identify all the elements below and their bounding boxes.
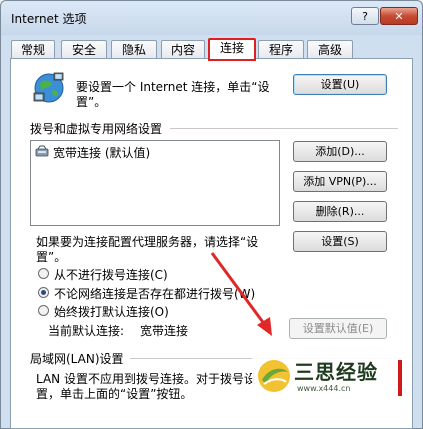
- title-bar: Internet 选项 ? ✕: [1, 1, 422, 35]
- radio-never-dial-label: 从不进行拨号连接(C): [54, 268, 168, 282]
- tab-privacy[interactable]: 隐私: [111, 40, 157, 60]
- setup-button[interactable]: 设置(U): [293, 74, 387, 95]
- radio-never-dial[interactable]: [38, 268, 49, 279]
- broadband-connection-icon: [35, 145, 49, 157]
- add-vpn-button[interactable]: 添加 VPN(P)...: [293, 171, 387, 192]
- proxy-note-line1: 如果要为连接配置代理服务器，请选择“设: [36, 235, 259, 249]
- radio-dial-without-network[interactable]: [38, 287, 49, 298]
- close-button[interactable]: ✕: [380, 7, 418, 25]
- window-title: Internet 选项: [11, 12, 87, 26]
- radio-always-dial-default[interactable]: [38, 305, 49, 316]
- dialup-section-title: 拨号和虚拟专用网络设置: [30, 122, 163, 136]
- dialup-settings-button[interactable]: 设置(S): [293, 231, 387, 252]
- watermark-logo-icon: [258, 360, 290, 392]
- globe-network-icon: [33, 72, 64, 103]
- current-default-label: 当前默认连接:: [48, 324, 125, 338]
- set-default-button[interactable]: 设置默认值(E): [289, 318, 387, 339]
- red-highlight-mark: [398, 360, 402, 396]
- add-button[interactable]: 添加(D)...: [293, 141, 387, 162]
- help-button[interactable]: ?: [351, 7, 379, 25]
- tab-programs[interactable]: 程序: [258, 40, 304, 60]
- tab-advanced[interactable]: 高级: [307, 40, 353, 60]
- watermark-url: www.x444.cn: [297, 384, 351, 393]
- lan-text-line2: 置，单击上面的“设置”按钮。: [36, 387, 193, 401]
- current-default-value: 宽带连接: [140, 324, 189, 338]
- setup-text-line2: 置”。: [76, 95, 107, 109]
- watermark-name: 三思经验: [294, 360, 378, 384]
- tab-general[interactable]: 常规: [11, 40, 55, 60]
- proxy-note-line2: 置”。: [36, 250, 67, 264]
- tab-content[interactable]: 内容: [161, 40, 205, 60]
- radio-dial-without-network-label: 不论网络连接是否存在都进行拨号(W): [54, 287, 256, 301]
- radio-always-dial-default-label: 始终拨打默认连接(O): [54, 305, 169, 319]
- connection-label: 宽带连接 (默认值): [53, 146, 151, 160]
- dialup-section-divider: [170, 128, 398, 129]
- tab-security[interactable]: 安全: [61, 40, 107, 60]
- lan-section-title: 局域网(LAN)设置: [30, 352, 124, 366]
- watermark: 三思经验 www.x444.cn: [252, 352, 404, 402]
- connections-list[interactable]: 宽带连接 (默认值): [30, 140, 280, 226]
- tab-strip: 常规 安全 隐私 内容 连接 程序 高级: [11, 38, 411, 61]
- tab-connections[interactable]: 连接: [208, 38, 256, 61]
- remove-button[interactable]: 删除(R)...: [293, 201, 387, 222]
